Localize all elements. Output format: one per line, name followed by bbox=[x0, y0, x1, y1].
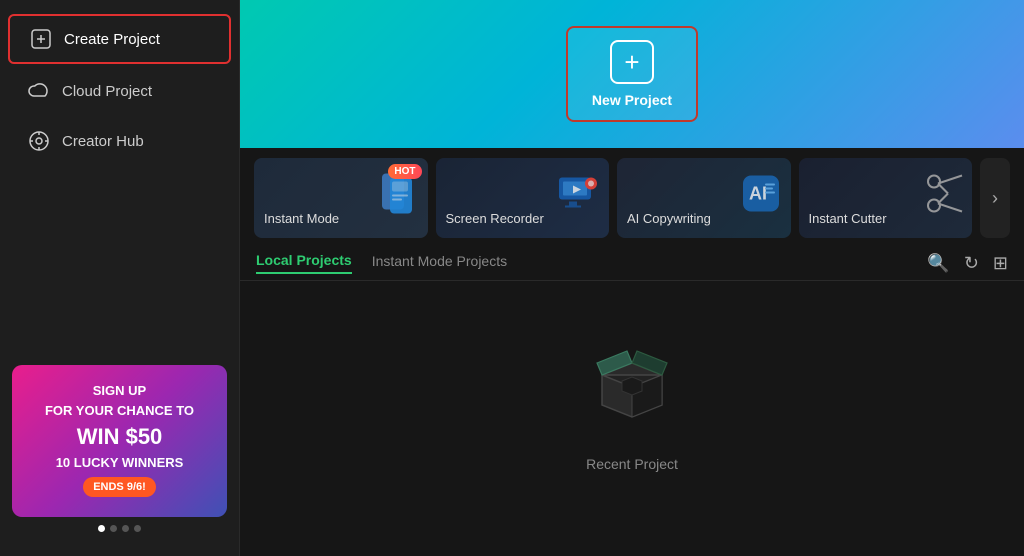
tab-local-projects[interactable]: Local Projects bbox=[256, 252, 352, 274]
tab-instant-mode-projects[interactable]: Instant Mode Projects bbox=[372, 253, 507, 273]
cloud-icon bbox=[28, 80, 50, 102]
sidebar-item-create-project[interactable]: Create Project bbox=[8, 14, 231, 64]
hot-badge: HOT bbox=[388, 164, 421, 179]
hero-section: + New Project bbox=[240, 0, 1024, 148]
refresh-icon[interactable]: ↻ bbox=[964, 253, 979, 274]
new-project-label: New Project bbox=[592, 92, 672, 108]
empty-label: Recent Project bbox=[586, 456, 678, 472]
tool-card-ai-copywriting[interactable]: AI AI Copywriting bbox=[617, 158, 791, 238]
promo-banner[interactable]: SIGN UP FOR YOUR CHANCE TO WIN $50 10 LU… bbox=[12, 365, 227, 517]
sidebar-item-create-project-label: Create Project bbox=[64, 31, 160, 48]
create-project-icon bbox=[30, 28, 52, 50]
dot-3[interactable] bbox=[122, 525, 129, 532]
tool-label-screen-recorder: Screen Recorder bbox=[446, 211, 600, 226]
dot-1[interactable] bbox=[98, 525, 105, 532]
main-content: + New Project HOT Instant Mode bbox=[240, 0, 1024, 556]
promo-line1: SIGN UP bbox=[28, 381, 211, 401]
empty-box-icon bbox=[587, 335, 677, 444]
sidebar-item-creator-hub[interactable]: Creator Hub bbox=[8, 118, 231, 164]
tool-label-ai-copywriting: AI Copywriting bbox=[627, 211, 781, 226]
tools-more-button[interactable]: › bbox=[980, 158, 1010, 238]
sidebar: Create Project Cloud Project Creator Hub… bbox=[0, 0, 240, 556]
tools-row: HOT Instant Mode bbox=[240, 148, 1024, 238]
search-icon[interactable]: 🔍 bbox=[927, 253, 949, 274]
sidebar-item-cloud-project-label: Cloud Project bbox=[62, 83, 152, 100]
tabs-icons: 🔍 ↻ ⊞ bbox=[927, 253, 1008, 274]
promo-dots bbox=[12, 525, 227, 532]
tool-card-screen-recorder[interactable]: Screen Recorder bbox=[436, 158, 610, 238]
empty-state: Recent Project bbox=[240, 281, 1024, 556]
tool-label-instant-cutter: Instant Cutter bbox=[809, 211, 963, 226]
sidebar-item-cloud-project[interactable]: Cloud Project bbox=[8, 68, 231, 114]
sidebar-bottom: SIGN UP FOR YOUR CHANCE TO WIN $50 10 LU… bbox=[0, 353, 239, 544]
creator-hub-icon bbox=[28, 130, 50, 152]
promo-win: WIN $50 bbox=[28, 420, 211, 453]
dot-4[interactable] bbox=[134, 525, 141, 532]
promo-line2: FOR YOUR CHANCE TO bbox=[28, 401, 211, 421]
promo-badge: ENDS 9/6! bbox=[83, 477, 156, 498]
svg-text:AI: AI bbox=[749, 184, 767, 204]
layout-icon[interactable]: ⊞ bbox=[993, 253, 1008, 274]
sidebar-item-creator-hub-label: Creator Hub bbox=[62, 133, 144, 150]
new-project-button[interactable]: + New Project bbox=[566, 26, 698, 122]
tool-card-instant-cutter[interactable]: Instant Cutter bbox=[799, 158, 973, 238]
promo-line3: 10 LUCKY WINNERS bbox=[28, 453, 211, 473]
tool-card-instant-mode[interactable]: HOT Instant Mode bbox=[254, 158, 428, 238]
dot-2[interactable] bbox=[110, 525, 117, 532]
tabs-row: Local Projects Instant Mode Projects 🔍 ↻… bbox=[240, 238, 1024, 281]
new-project-plus-icon: + bbox=[610, 40, 654, 84]
tool-label-instant-mode: Instant Mode bbox=[264, 211, 418, 226]
